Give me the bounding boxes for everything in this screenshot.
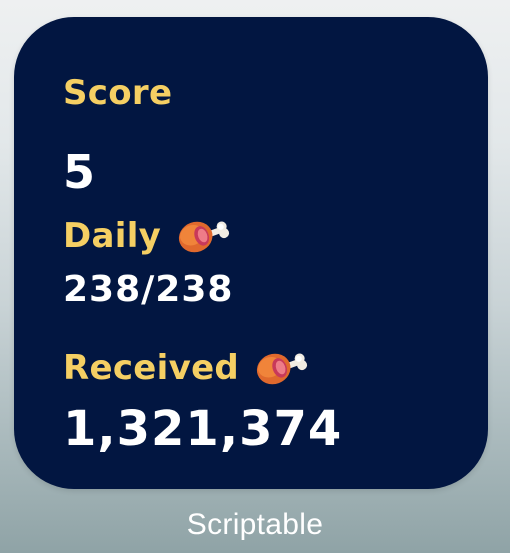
meat-on-bone-icon bbox=[253, 342, 309, 394]
received-label: Received bbox=[63, 348, 240, 388]
received-label-row: Received bbox=[63, 342, 309, 394]
meat-on-bone-icon bbox=[175, 210, 231, 262]
score-value: 5 bbox=[63, 145, 96, 199]
daily-label: Daily bbox=[63, 216, 162, 256]
widget-app-name: Scriptable bbox=[186, 508, 324, 541]
received-value: 1,321,374 bbox=[63, 401, 343, 457]
daily-value: 238/238 bbox=[63, 269, 234, 310]
scriptable-widget[interactable]: Score 5 Daily 238/238 Received 1,321,374 bbox=[14, 17, 488, 489]
score-label: Score bbox=[63, 73, 173, 113]
daily-label-row: Daily bbox=[63, 210, 231, 262]
